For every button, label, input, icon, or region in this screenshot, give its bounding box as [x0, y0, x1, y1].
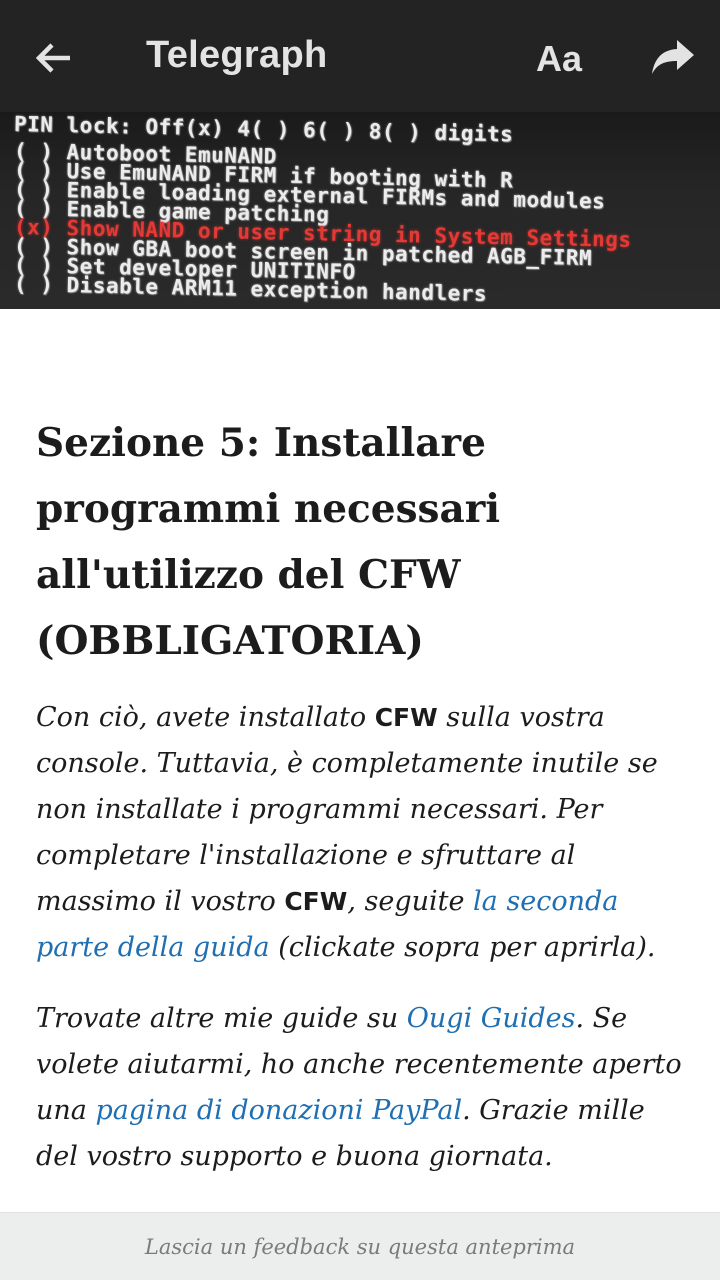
top-app-bar: Telegraph Aa — [0, 0, 720, 112]
section-heading: Sezione 5: Installare programmi necessar… — [36, 420, 501, 664]
back-button[interactable] — [30, 34, 78, 82]
bold-text: CFW — [374, 703, 438, 732]
share-button[interactable] — [650, 36, 696, 80]
bold-text: CFW — [284, 887, 348, 916]
feedback-bar[interactable]: Lascia un feedback su questa anteprima — [0, 1212, 720, 1280]
font-size-button[interactable]: Aa — [536, 38, 582, 80]
article-paragraph: Trovate altre mie guide su Ougi Guides. … — [36, 1003, 682, 1172]
arrow-left-icon — [35, 43, 70, 73]
article-cover-image: PIN lock: Off(x) 4( ) 6( ) 8( ) digits (… — [0, 112, 720, 309]
share-arrow-icon — [652, 40, 694, 74]
ougi-guides-link[interactable]: Ougi Guides — [407, 1003, 576, 1034]
feedback-label: Lascia un feedback su questa anteprima — [144, 1234, 576, 1259]
screen-text-line: ( ) Disable ARM11 exception handlers — [13, 272, 488, 306]
app-title: Telegraph — [146, 34, 328, 76]
paypal-donation-link[interactable]: pagina di donazioni PayPal — [95, 1095, 462, 1126]
article-paragraph: Con ciò, avete installato CFW sulla vost… — [36, 702, 658, 963]
